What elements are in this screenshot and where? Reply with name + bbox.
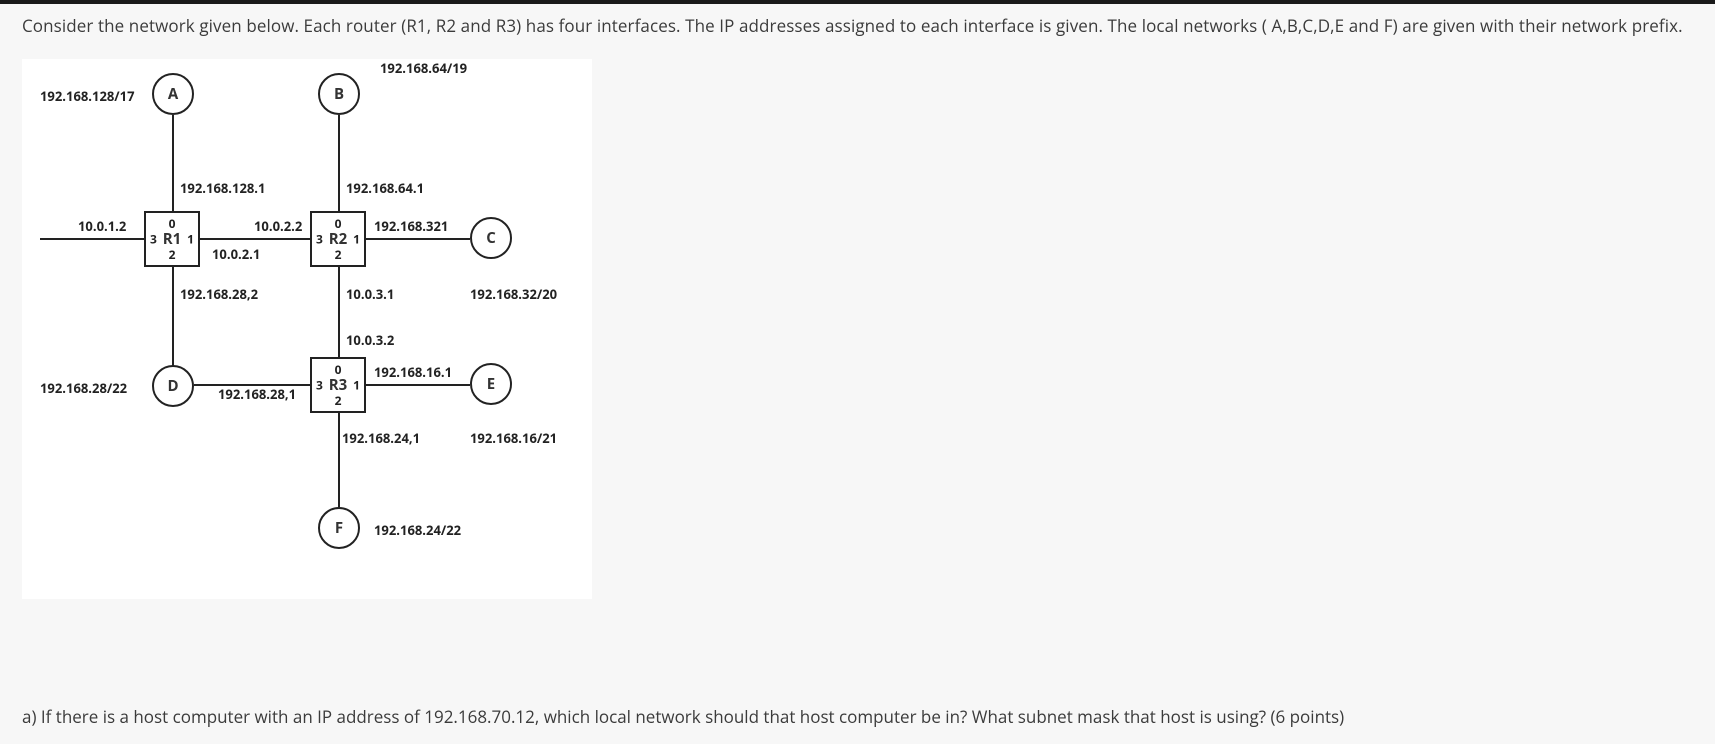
network-A-prefix: 192.168.128/17 <box>40 87 135 105</box>
network-D-label: D <box>167 376 178 396</box>
R2-port-0: 0 <box>335 215 342 232</box>
R3-if3-ip: 192.168.28,1 <box>218 385 296 403</box>
link-B-R2 <box>338 115 340 211</box>
R2-port-2: 2 <box>335 246 342 263</box>
link-R2-R3 <box>338 267 340 357</box>
network-E-label: E <box>487 374 495 394</box>
network-E-node: E <box>470 363 512 405</box>
R2-port-3: 3 <box>316 230 323 247</box>
network-F-prefix: 192.168.24/22 <box>374 521 461 539</box>
R1-port-3: 3 <box>150 230 157 247</box>
R1-if3-ip: 10.0.1.2 <box>78 217 126 235</box>
link-A-R1 <box>172 115 174 211</box>
network-A-label: A <box>168 84 178 104</box>
router-R2: R2 0 1 2 3 <box>310 211 366 267</box>
network-D-node: D <box>152 365 194 407</box>
R1-port-1: 1 <box>187 230 194 247</box>
link-D-R3 <box>194 384 310 386</box>
network-C-label: C <box>486 228 496 248</box>
question-part-a: a) If there is a host computer with an I… <box>22 705 1344 728</box>
R3-port-3: 3 <box>316 376 323 393</box>
network-B-node: B <box>318 73 360 115</box>
R2-if1-ip: 192.168.321 <box>374 217 448 235</box>
network-B-prefix: 192.168.64/19 <box>380 59 467 77</box>
link-R1-D <box>172 267 174 377</box>
R1-port-0: 0 <box>169 215 176 232</box>
R3-port-1: 1 <box>353 376 360 393</box>
question-intro: Consider the network given below. Each r… <box>0 4 1715 45</box>
network-diagram: A 192.168.128/17 B 192.168.64/19 R1 0 1 … <box>22 59 592 599</box>
network-D-prefix: 192.168.28/22 <box>40 379 127 397</box>
R3-if0-ip: 10.0.3.2 <box>346 331 394 349</box>
R2-if3-ip: 10.0.2.2 <box>254 217 302 235</box>
R2-port-1: 1 <box>353 230 360 247</box>
R1-if2-ip: 192.168.28,2 <box>180 285 258 303</box>
link-R3-E <box>366 384 470 386</box>
link-R2-C <box>366 238 470 240</box>
network-C-node: C <box>470 217 512 259</box>
network-F-label: F <box>335 518 343 538</box>
R3-port-0: 0 <box>335 361 342 378</box>
link-left-R1 <box>40 238 144 240</box>
R3-if2-ip: 192.168.24,1 <box>342 429 420 447</box>
network-E-prefix: 192.168.16/21 <box>470 429 557 447</box>
R1-if0-ip: 192.168.128.1 <box>180 179 265 197</box>
router-R1: R1 0 1 2 3 <box>144 211 200 267</box>
R3-if1-ip: 192.168.16.1 <box>374 363 452 381</box>
network-A-node: A <box>152 73 194 115</box>
link-R3-F <box>338 413 340 507</box>
link-R1-R2 <box>200 238 310 240</box>
network-F-node: F <box>318 507 360 549</box>
R3-port-2: 2 <box>335 392 342 409</box>
R1-port-2: 2 <box>169 246 176 263</box>
router-R3: R3 0 1 2 3 <box>310 357 366 413</box>
R2-if2-ip: 10.0.3.1 <box>346 285 394 303</box>
R1-if1-ip: 10.0.2.1 <box>212 245 260 263</box>
network-C-prefix: 192.168.32/20 <box>470 285 557 303</box>
network-B-label: B <box>334 84 344 104</box>
network-diagram-container: A 192.168.128/17 B 192.168.64/19 R1 0 1 … <box>22 59 592 599</box>
R2-if0-ip: 192.168.64.1 <box>346 179 424 197</box>
